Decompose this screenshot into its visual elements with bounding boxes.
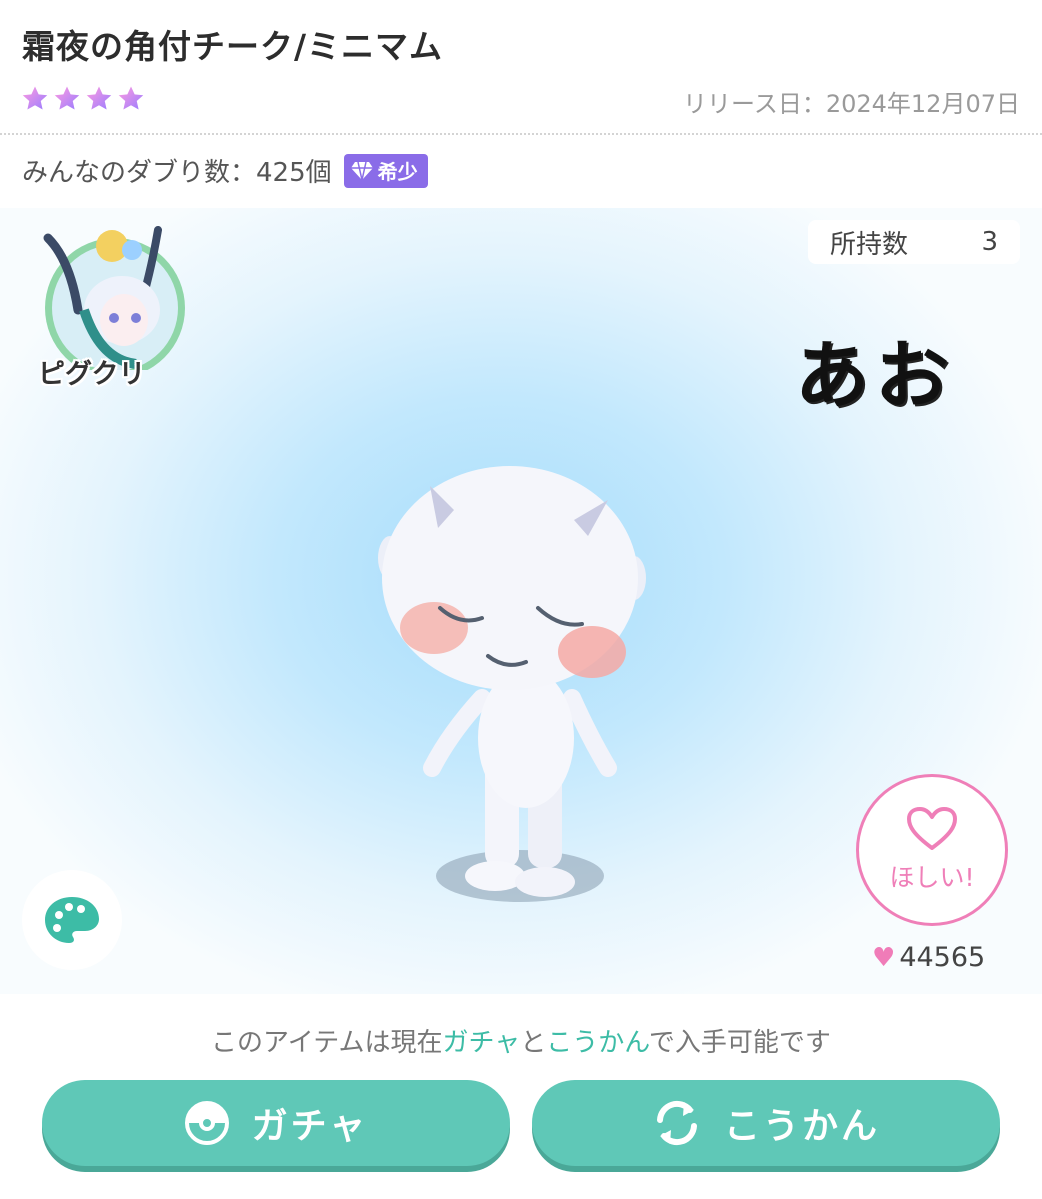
item-preview-stage: 所持数 3 ピグクリ あお ほしい! ♥ 44565 (0, 208, 1042, 994)
availability-and: と (520, 1028, 547, 1058)
palette-icon (45, 897, 99, 943)
star-icon (86, 86, 112, 110)
color-palette-button[interactable] (22, 870, 122, 970)
exchange-icon (656, 1100, 697, 1146)
want-count-value: 44565 (899, 942, 986, 973)
diamond-icon (350, 161, 373, 180)
want-count: ♥ 44565 (872, 942, 985, 973)
want-label: ほしい! (889, 863, 975, 892)
exchange-button[interactable]: こうかん (532, 1080, 1000, 1166)
rare-badge-label: 希少 (377, 160, 418, 184)
gacha-button[interactable]: ガチャ (42, 1080, 510, 1166)
exchange-button-label: こうかん (723, 1106, 880, 1147)
star-icon (118, 86, 144, 110)
want-button[interactable]: ほしい! (856, 774, 1008, 926)
owned-count-box: 所持数 3 (808, 220, 1020, 264)
availability-note: このアイテムは現在ガチャとこうかんで入手可能です (0, 1022, 1042, 1059)
handwritten-annotation: あお (795, 333, 955, 419)
owned-count: 3 (981, 227, 998, 257)
availability-exchange: こうかん (546, 1028, 649, 1058)
heart-icon (907, 807, 957, 850)
gacha-button-label: ガチャ (251, 1106, 369, 1147)
avatar-preview (378, 466, 646, 902)
divider (0, 133, 1042, 135)
heart-icon: ♥ (872, 942, 896, 973)
rarity-stars (20, 84, 146, 114)
release-date: リリース日：2024年12月07日 (683, 90, 1020, 118)
availability-suffix: で入手可能です (648, 1028, 831, 1058)
gacha-icon (184, 1101, 229, 1145)
creator-avatar (43, 226, 185, 378)
duplicate-count-label: みんなのダブり数：425個 (22, 158, 332, 188)
rare-badge: 希少 (343, 153, 428, 188)
star-icon (54, 86, 80, 110)
creator-name: ピグクリ (38, 359, 146, 390)
creator-badge[interactable]: ピグクリ (38, 220, 190, 390)
owned-label: 所持数 (830, 229, 909, 260)
duplicate-count: みんなのダブり数：425個 希少 (22, 152, 428, 189)
availability-prefix: このアイテムは現在 (211, 1028, 443, 1058)
availability-gacha: ガチャ (442, 1028, 521, 1058)
item-title: 霜夜の角付チーク/ミニマム (22, 27, 444, 66)
star-icon (22, 86, 48, 110)
